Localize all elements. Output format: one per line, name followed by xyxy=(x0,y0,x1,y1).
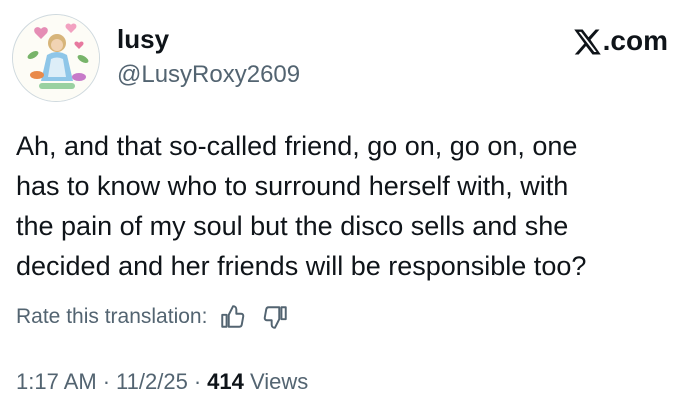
brand-domain: .com xyxy=(602,25,668,56)
x-logo-icon xyxy=(573,29,601,54)
tweet-text-line: decided and her friends will be responsi… xyxy=(16,251,587,281)
tweet-text-line: the pain of my soul but the disco sells … xyxy=(16,211,569,241)
avatar-illustration-icon xyxy=(13,15,99,101)
tweet-date[interactable]: 11/2/25 xyxy=(116,369,188,394)
translation-rating: Rate this translation: xyxy=(16,304,289,330)
tweet-text: Ah, and that so-called friend, go on, go… xyxy=(16,126,692,286)
avatar[interactable] xyxy=(12,14,100,102)
author-handle[interactable]: @LusyRoxy2609 xyxy=(117,60,300,90)
thumbs-up-icon[interactable] xyxy=(219,304,245,330)
views-label: Views xyxy=(250,369,309,394)
views-count[interactable]: 414 xyxy=(207,369,244,394)
meta-separator: · xyxy=(102,369,111,394)
tweet-time[interactable]: 1:17 AM xyxy=(16,369,97,394)
tweet-text-line: has to know who to surround herself with… xyxy=(16,171,569,201)
brand-logo: .com xyxy=(572,24,668,58)
tweet-meta: 1:17 AM · 11/2/25 · 414 Views xyxy=(16,368,308,396)
thumbs-down-icon[interactable] xyxy=(263,304,289,330)
tweet-card: lusy @LusyRoxy2609 .com Ah, and that so-… xyxy=(0,0,700,408)
meta-separator: · xyxy=(193,369,202,394)
author-display-name[interactable]: lusy xyxy=(117,24,169,54)
translation-rating-label: Rate this translation: xyxy=(16,305,208,328)
tweet-text-line: Ah, and that so-called friend, go on, go… xyxy=(16,131,578,161)
